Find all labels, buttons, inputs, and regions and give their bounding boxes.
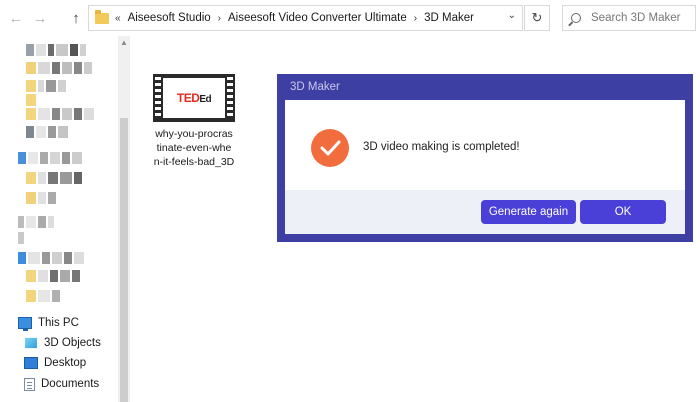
film-strip-icon <box>227 77 233 119</box>
pc-icon <box>18 317 32 331</box>
breadcrumb-item[interactable]: Aiseesoft Video Converter Ultimate <box>228 12 407 24</box>
blurred-item <box>26 108 94 120</box>
up-arrow-icon: ↑ <box>72 9 80 27</box>
sidebar-scrollbar[interactable]: ▲ <box>118 36 130 402</box>
chevron-right-icon[interactable]: › <box>414 13 417 24</box>
chevron-right-icon[interactable]: › <box>218 13 221 24</box>
3d-objects-icon <box>25 337 37 349</box>
blurred-item <box>26 62 92 74</box>
up-button[interactable]: ↑ <box>66 7 86 29</box>
sidebar-item-label: 3D Objects <box>44 337 101 349</box>
overflow-chevron-icon[interactable]: « <box>115 13 121 24</box>
success-check-icon <box>311 129 349 167</box>
chevron-down-icon[interactable]: ⌄ <box>508 10 516 21</box>
sidebar-item-this-pc[interactable]: This PC <box>18 314 79 332</box>
blurred-item <box>18 152 82 164</box>
generate-again-button[interactable]: Generate again <box>481 200 576 224</box>
search-placeholder: Search 3D Maker <box>591 12 681 24</box>
breadcrumb-item[interactable]: Aiseesoft Studio <box>128 12 211 24</box>
blurred-item <box>26 290 60 302</box>
file-name: why-you-procras tinate-even-whe n-it-fee… <box>148 127 240 169</box>
file-name-line: n-it-feels-bad_3D <box>153 156 235 168</box>
scroll-up-icon[interactable]: ▲ <box>118 38 130 48</box>
ted-ed-logo: TEDEd <box>163 78 225 118</box>
refresh-button[interactable]: ↻ <box>524 5 550 31</box>
address-bar[interactable]: « Aiseesoft Studio › Aiseesoft Video Con… <box>88 5 523 31</box>
forward-arrow-icon: → <box>32 9 48 27</box>
blurred-item <box>18 252 84 264</box>
dialog-title: 3D Maker <box>290 81 340 93</box>
ted-logo-text: TED <box>176 91 200 105</box>
back-arrow-icon: ← <box>8 9 24 27</box>
blurred-item <box>26 94 36 106</box>
video-file-item[interactable]: TEDEd why-you-procras tinate-even-whe n-… <box>148 74 240 169</box>
file-name-line: why-you-procras <box>155 128 233 140</box>
folder-icon <box>95 9 109 24</box>
dialog-body: 3D video making is completed! Generate a… <box>285 100 685 234</box>
blurred-item <box>26 192 56 204</box>
video-thumbnail: TEDEd <box>153 74 235 122</box>
navigation-pane: This PC 3D Objects Desktop Documents <box>0 36 130 402</box>
blurred-item <box>26 172 82 184</box>
desktop-icon <box>24 357 38 369</box>
sidebar-item-desktop[interactable]: Desktop <box>24 354 86 372</box>
blurred-item <box>26 44 86 56</box>
documents-icon <box>24 377 35 391</box>
toolbar: ← → ↑ « Aiseesoft Studio › Aiseesoft Vid… <box>0 0 700 36</box>
completion-message: 3D video making is completed! <box>363 141 520 153</box>
sidebar-item-label: Documents <box>41 378 100 390</box>
blurred-item <box>26 270 80 282</box>
sidebar-item-3d-objects[interactable]: 3D Objects <box>24 334 101 352</box>
film-strip-icon <box>155 77 161 119</box>
ok-button[interactable]: OK <box>580 200 666 224</box>
blurred-item <box>18 232 24 244</box>
3d-maker-dialog: 3D Maker 3D video making is completed! G… <box>277 74 693 242</box>
blurred-item <box>26 126 68 138</box>
refresh-icon: ↻ <box>531 10 543 25</box>
scroll-thumb[interactable] <box>120 118 128 402</box>
blurred-item <box>26 80 66 92</box>
ed-logo-text: Ed <box>199 94 212 105</box>
sidebar-item-documents[interactable]: Documents <box>24 375 99 393</box>
back-button[interactable]: ← <box>6 7 26 29</box>
file-name-line: tinate-even-whe <box>156 142 232 154</box>
sidebar-item-label: Desktop <box>44 357 87 369</box>
search-icon <box>571 13 581 23</box>
blurred-item <box>18 216 54 228</box>
search-input[interactable]: Search 3D Maker <box>562 5 696 31</box>
breadcrumb-item[interactable]: 3D Maker <box>424 12 474 24</box>
forward-button[interactable]: → <box>30 7 50 29</box>
sidebar-item-label: This PC <box>38 317 79 329</box>
